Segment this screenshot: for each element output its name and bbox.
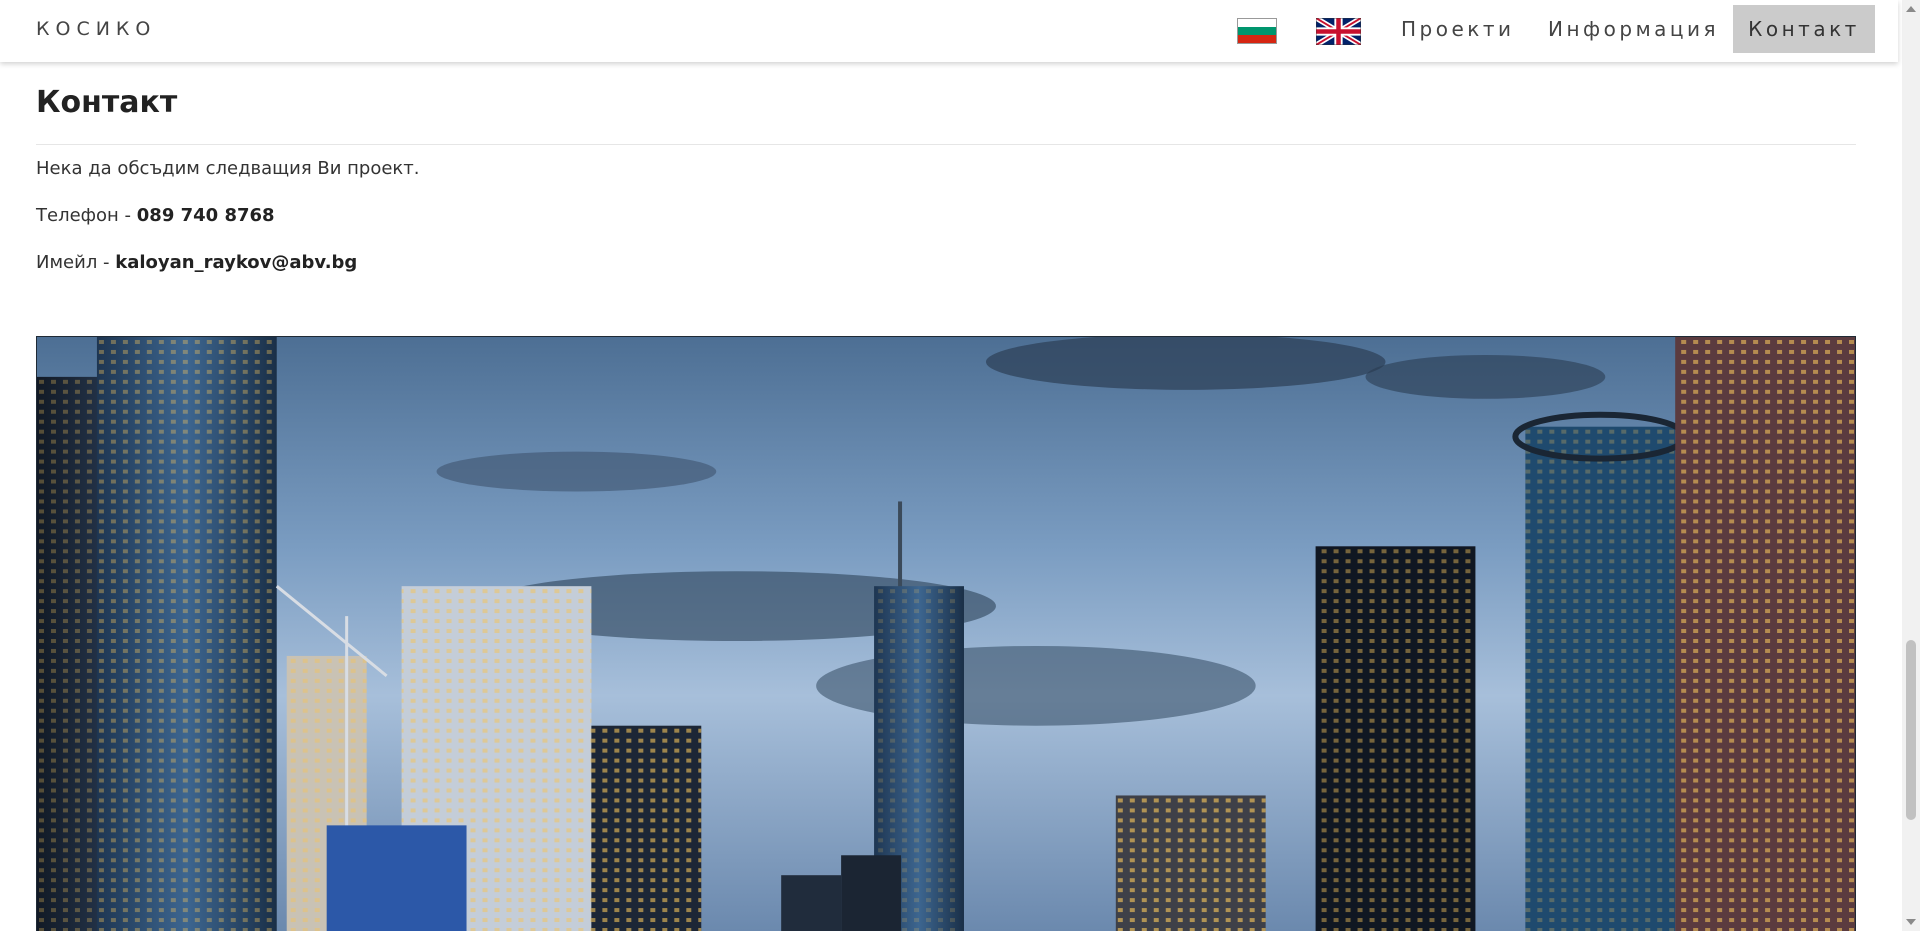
- scroll-up-icon[interactable]: [1906, 6, 1916, 12]
- brand-logo[interactable]: КОСИКО: [36, 18, 156, 40]
- page-title: Контакт: [36, 85, 178, 120]
- nav-projects-link[interactable]: Проекти: [1401, 5, 1515, 53]
- phone-label: Телефон -: [36, 205, 137, 226]
- scrollbar-thumb[interactable]: [1906, 640, 1916, 820]
- skyline-illustration: [37, 337, 1855, 931]
- phone-number[interactable]: 089 740 8768: [137, 205, 275, 226]
- scroll-down-icon[interactable]: [1906, 919, 1916, 925]
- email-label: Имейл -: [36, 252, 116, 273]
- email-line: Имейл - kaloyan_raykov@abv.bg: [36, 252, 357, 273]
- phone-line: Телефон - 089 740 8768: [36, 205, 275, 226]
- nav-contact-link[interactable]: Контакт: [1733, 5, 1875, 53]
- vertical-scrollbar[interactable]: [1902, 0, 1920, 931]
- contact-intro-text: Нека да обсъдим следващия Ви проект.: [36, 158, 420, 179]
- bulgarian-flag-icon[interactable]: [1237, 18, 1277, 44]
- email-address[interactable]: kaloyan_raykov@abv.bg: [115, 252, 357, 273]
- nav-information-link[interactable]: Информация: [1548, 5, 1719, 53]
- section-divider: [36, 144, 1856, 145]
- uk-flag-icon[interactable]: [1316, 18, 1361, 45]
- top-navigation-bar: КОСИКО Проекти Информация Контакт: [0, 0, 1898, 62]
- city-skyline-photo: [36, 336, 1856, 931]
